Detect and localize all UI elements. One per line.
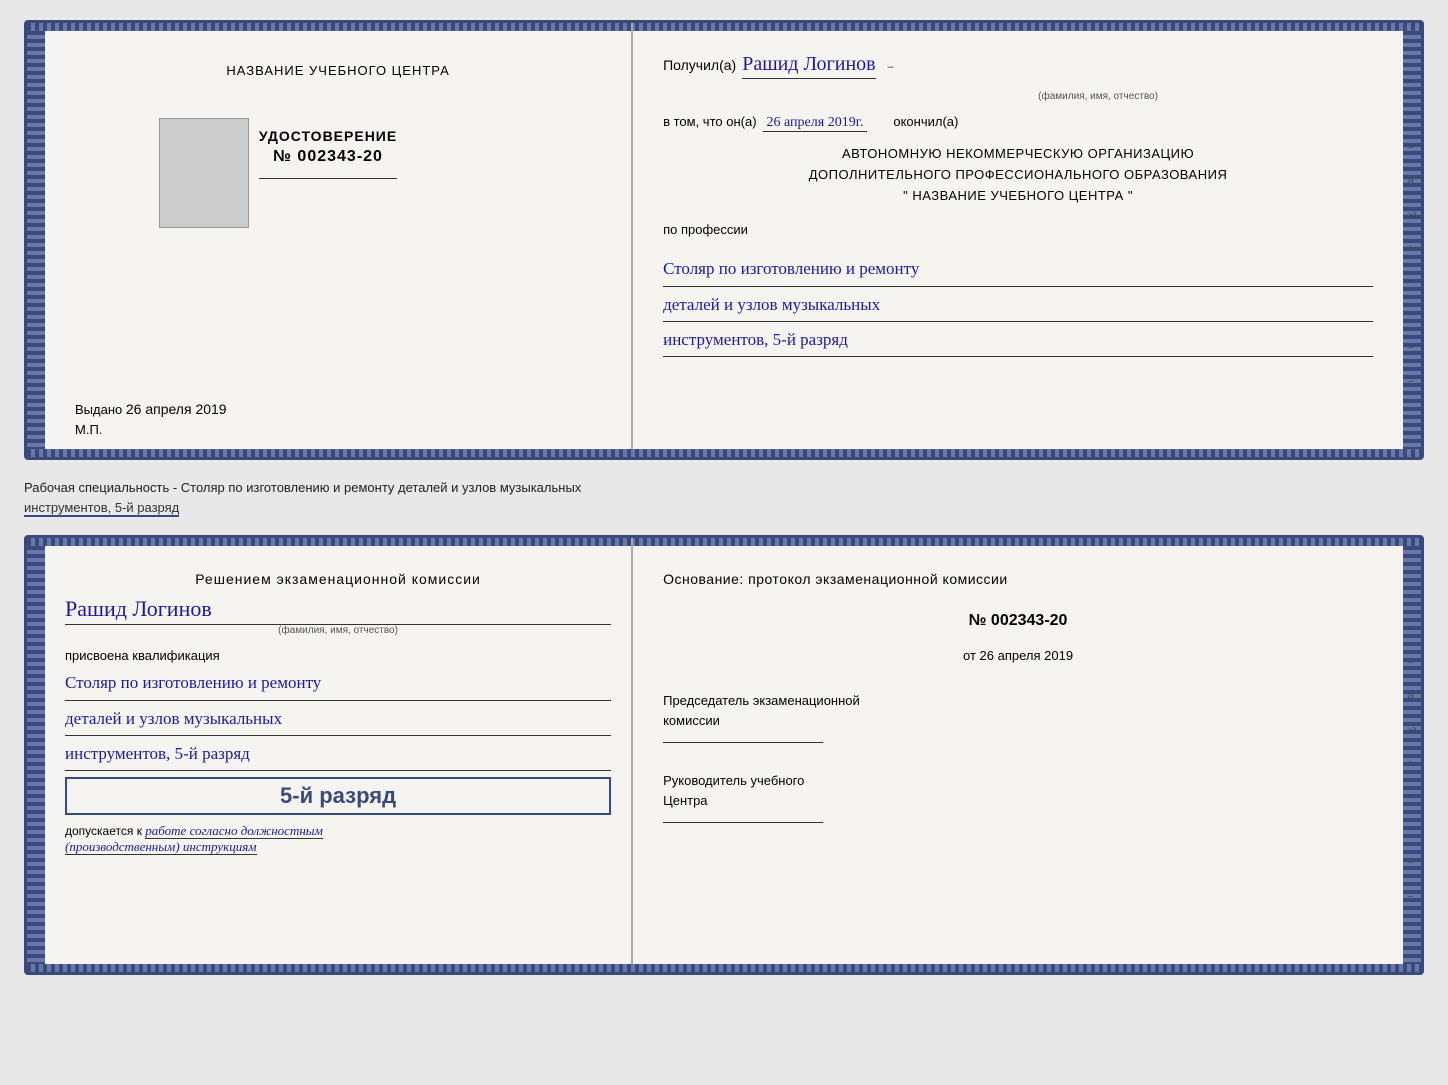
bottom-document: Решением экзаменационной комиссии Рашид …: [24, 535, 1424, 975]
top-document: НАЗВАНИЕ УЧЕБНОГО ЦЕНТРА УДОСТОВЕРЕНИЕ №…: [24, 20, 1424, 460]
vydano-date: 26 апреля 2019: [126, 401, 227, 417]
osnov-label: Основание: протокол экзаменационной коми…: [663, 568, 1373, 590]
dopusk-value2: (производственным) инструкциям: [65, 839, 257, 855]
right-dashes-top: – – – и ›а ‹– – – – –: [1408, 73, 1417, 389]
proto-date: от 26 апреля 2019: [663, 648, 1373, 663]
between-text2: инструментов, 5-й разряд: [24, 500, 179, 517]
proto-date-val: 26 апреля 2019: [980, 648, 1074, 663]
bottom-right-panel: Основание: протокол экзаменационной коми…: [633, 538, 1403, 972]
recipient-line: Получил(а) Рашид Логинов –: [663, 53, 1373, 79]
bottom-left-panel: Решением экзаменационной комиссии Рашид …: [45, 538, 633, 972]
dopusk-label: допускается к: [65, 824, 142, 838]
photo-row: УДОСТОВЕРЕНИЕ № 002343-20: [279, 98, 397, 228]
okonchil-label: окончил(а): [893, 114, 958, 129]
rukov-sig-line: [663, 822, 823, 823]
vydano-line: Выдано 26 апреля 2019: [75, 401, 611, 417]
qual-line2: деталей и узлов музыкальных: [65, 703, 611, 736]
top-left-panel: НАЗВАНИЕ УЧЕБНОГО ЦЕНТРА УДОСТОВЕРЕНИЕ №…: [45, 23, 633, 457]
page-wrapper: НАЗВАНИЕ УЧЕБНОГО ЦЕНТРА УДОСТОВЕРЕНИЕ №…: [24, 20, 1424, 975]
person-name-bottom: Рашид Логинов: [65, 596, 611, 625]
qual-lines-bottom: Столяр по изготовлению и ремонту деталей…: [65, 667, 611, 773]
preds-label1: Председатель экзаменационной: [663, 693, 860, 708]
dash-after-name: –: [888, 61, 894, 73]
mp-line: М.П.: [75, 422, 611, 437]
vydano-label: Выдано: [75, 402, 122, 417]
preds-label: Председатель экзаменационной комиссии: [663, 691, 1373, 730]
qual-line3: инструментов, 5-й разряд: [65, 738, 611, 771]
between-text1: Рабочая специальность - Столяр по изгото…: [24, 480, 581, 495]
qual-line1: Столяр по изготовлению и ремонту: [65, 667, 611, 700]
right-dashes-bottom: – – – и ›а ‹– – – – –: [1408, 588, 1417, 904]
razryad-text: 5-й разряд: [79, 783, 597, 809]
udost-label: УДОСТОВЕРЕНИЕ: [259, 128, 397, 144]
spine-left-bottom: [27, 538, 45, 972]
assigned-label: присвоена квалификация: [65, 648, 611, 663]
rukov-label2: Центра: [663, 793, 707, 808]
between-docs: Рабочая специальность - Столяр по изгото…: [24, 470, 1424, 525]
completion-date: 26 апреля 2019г.: [763, 115, 868, 132]
fam-label-top: (фамилия, имя, отчество): [663, 91, 1373, 102]
fam-small-label-bottom: (фамилия, имя, отчество): [65, 625, 611, 636]
rukov-label: Руководитель учебного Центра: [663, 771, 1373, 810]
qual-lines-top: Столяр по изготовлению и ремонту деталей…: [663, 253, 1373, 359]
decision-header: Решением экзаменационной комиссии: [65, 568, 611, 590]
po-professii-label: по профессии: [663, 222, 748, 237]
prof-line3: инструментов, 5-й разряд: [663, 324, 1373, 357]
signature-block-preds: Председатель экзаменационной комиссии: [663, 691, 1373, 743]
dopusk-line: допускается к работе согласно должностны…: [65, 823, 611, 855]
v-tom-cho-label: в том, что он(а): [663, 114, 756, 129]
dopusk-value1: работе согласно должностным: [145, 823, 323, 839]
proto-date-prefix: от: [963, 648, 976, 663]
proto-num: № 002343-20: [663, 612, 1373, 630]
spine-left: [27, 23, 45, 457]
org-line3: " НАЗВАНИЕ УЧЕБНОГО ЦЕНТРА ": [663, 186, 1373, 207]
preds-sig-line: [663, 742, 823, 743]
poluchil-label: Получил(а): [663, 57, 736, 73]
photo-placeholder: [159, 118, 249, 228]
udost-num: № 002343-20: [259, 148, 397, 166]
prof-line2: деталей и узлов музыкальных: [663, 289, 1373, 322]
org-line1: АВТОНОМНУЮ НЕКОММЕРЧЕСКУЮ ОРГАНИЗАЦИЮ: [663, 144, 1373, 165]
rukov-label1: Руководитель учебного: [663, 773, 804, 788]
top-right-panel: Получил(а) Рашид Логинов – (фамилия, имя…: [633, 23, 1403, 457]
fam-small-label-top: (фамилия, имя, отчество): [823, 91, 1373, 102]
razryad-box: 5-й разряд: [65, 777, 611, 815]
profession-block: по профессии: [663, 222, 1373, 237]
prof-line1: Столяр по изготовлению и ремонту: [663, 253, 1373, 286]
recipient-name: Рашид Логинов: [742, 53, 875, 79]
org-block: АВТОНОМНУЮ НЕКОММЕРЧЕСКУЮ ОРГАНИЗАЦИЮ ДО…: [663, 144, 1373, 206]
signature-block-rukov: Руководитель учебного Центра: [663, 771, 1373, 823]
preds-label2: комиссии: [663, 713, 720, 728]
person-name-block: Рашид Логинов (фамилия, имя, отчество): [65, 596, 611, 636]
udost-block: УДОСТОВЕРЕНИЕ № 002343-20: [259, 128, 397, 191]
top-left-title: НАЗВАНИЕ УЧЕБНОГО ЦЕНТРА: [226, 63, 449, 78]
divider-line: [259, 178, 397, 179]
date-line: в том, что он(а) 26 апреля 2019г. окончи…: [663, 114, 1373, 132]
org-line2: ДОПОЛНИТЕЛЬНОГО ПРОФЕССИОНАЛЬНОГО ОБРАЗО…: [663, 165, 1373, 186]
